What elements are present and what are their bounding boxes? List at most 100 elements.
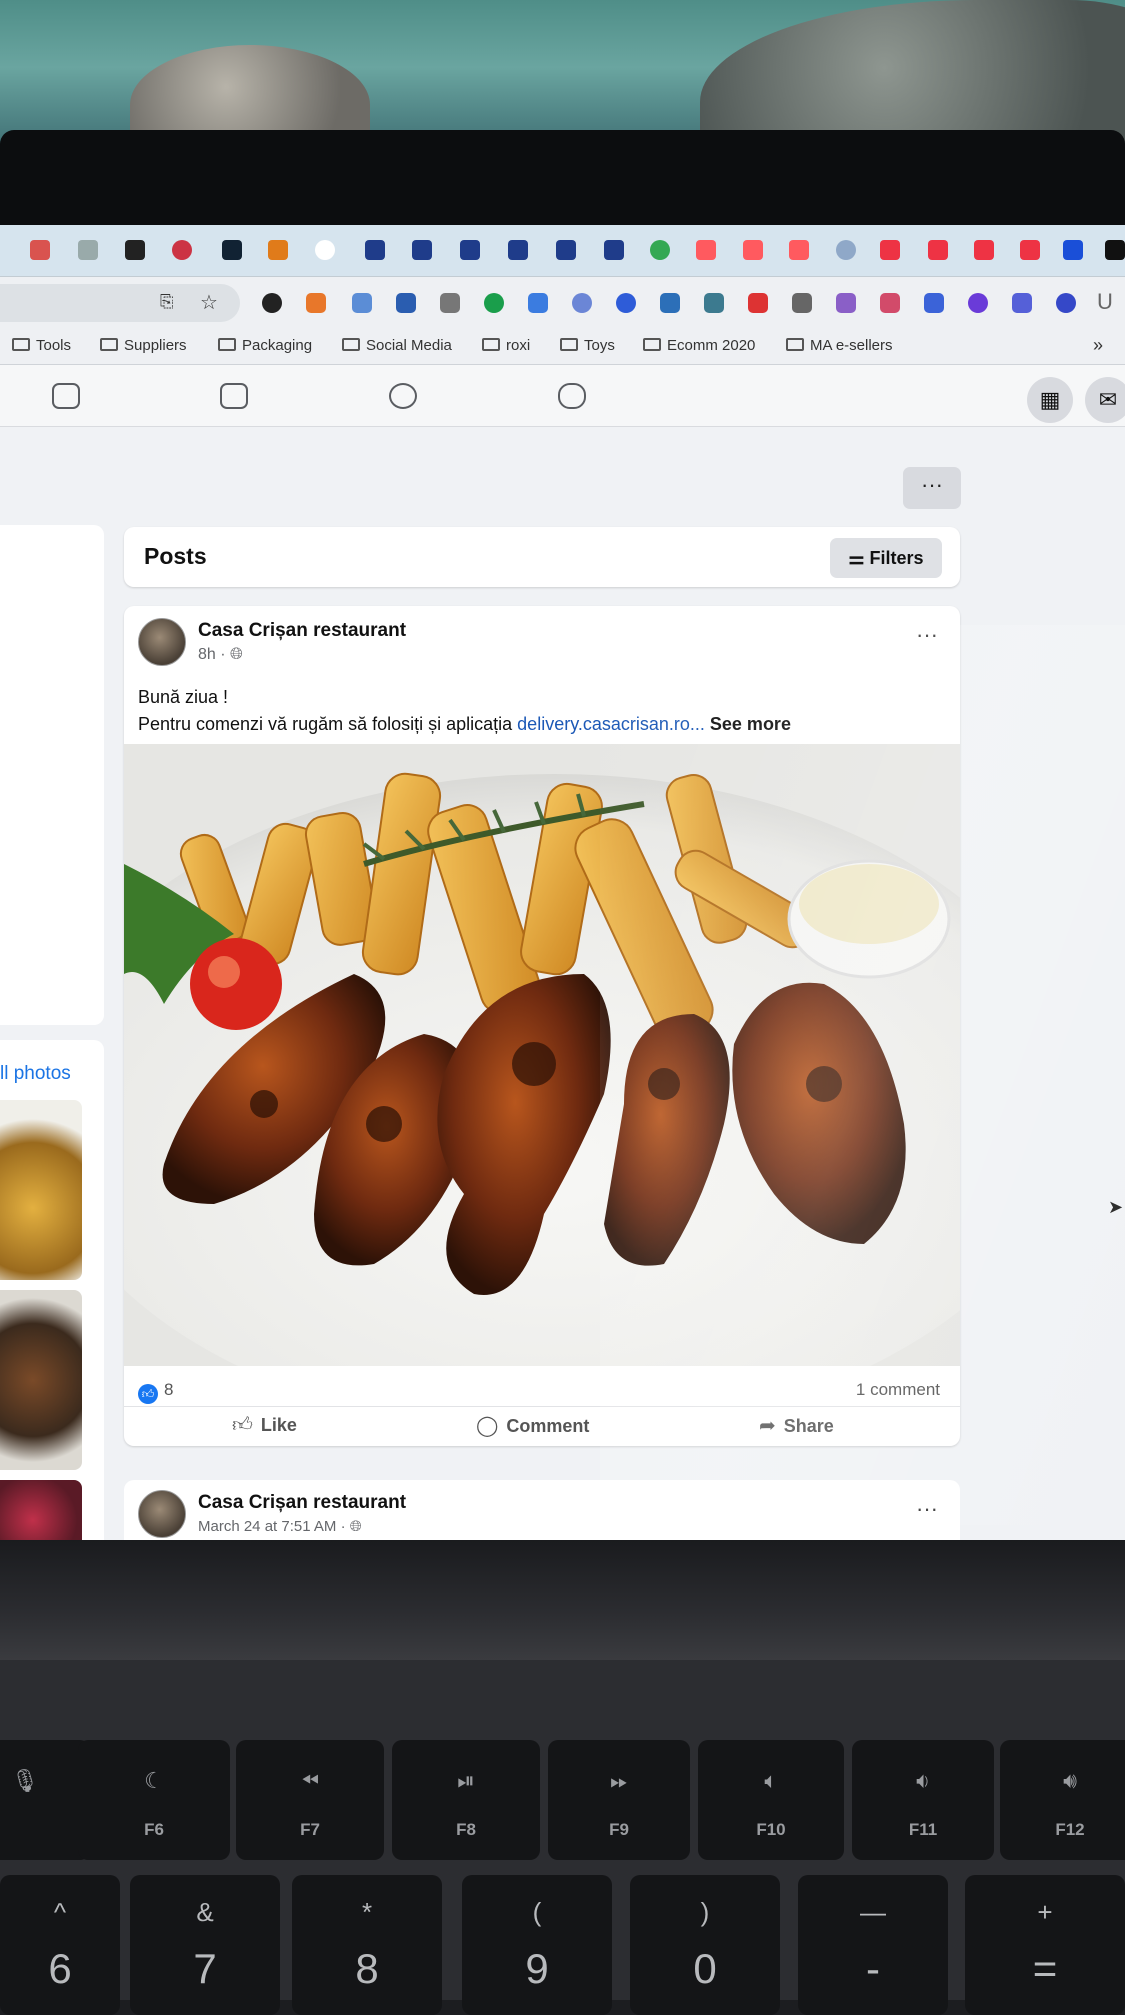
booking-icon[interactable] — [604, 240, 624, 260]
extension-icon[interactable] — [440, 293, 460, 313]
thumbs-up-icon: 👍︎ — [232, 1414, 253, 1436]
address-bar[interactable]: ⎘ ☆ — [0, 284, 240, 322]
messenger-icon[interactable]: ✉ — [1085, 377, 1125, 423]
extension-icon[interactable] — [1012, 293, 1032, 313]
post-timestamp[interactable]: March 24 at 7:51 AM · 🌐︎ — [198, 1518, 362, 1535]
booking-icon[interactable] — [508, 240, 528, 260]
share-button[interactable]: ➦ Share — [759, 1413, 834, 1438]
posts-header: Posts ⚌ Filters — [124, 527, 960, 587]
bookmark-folder[interactable]: Ecomm 2020 — [643, 337, 755, 354]
bookmark-folder[interactable]: Packaging — [218, 337, 312, 354]
extension-icon[interactable] — [748, 293, 768, 313]
favicon[interactable] — [125, 240, 145, 260]
camera-icon[interactable] — [792, 293, 812, 313]
see-more-link[interactable]: See more — [705, 714, 791, 734]
post-options-icon[interactable]: ··· — [916, 1496, 938, 1522]
comment-count[interactable]: 1 comment — [856, 1380, 940, 1400]
moon-icon: ☾ — [144, 1768, 164, 1793]
extension-icon[interactable] — [1056, 293, 1076, 313]
marketplace-icon[interactable] — [220, 383, 248, 409]
video-icon[interactable] — [52, 383, 80, 409]
avatar[interactable] — [138, 1490, 186, 1538]
function-key: ⏪︎ F7 — [236, 1740, 384, 1860]
food-photo[interactable] — [124, 744, 960, 1366]
play-pause-icon: ⏯︎ — [457, 1768, 475, 1793]
extension-icon[interactable] — [262, 293, 282, 313]
install-icon[interactable]: ⎘ — [160, 292, 174, 312]
favicon[interactable] — [222, 240, 242, 260]
favicon[interactable] — [836, 240, 856, 260]
post-timestamp[interactable]: 8h · 🌐︎ — [198, 646, 243, 664]
more-options-button[interactable]: ··· — [903, 467, 961, 509]
extension-icon[interactable] — [572, 293, 592, 313]
favicon[interactable] — [30, 240, 50, 260]
favicon[interactable] — [78, 240, 98, 260]
post-actions: 👍︎ Like ◯ Comment ➦ Share — [124, 1406, 960, 1446]
vpn-icon[interactable] — [968, 293, 988, 313]
function-key: 🔈︎ F10 — [698, 1740, 844, 1860]
post-author[interactable]: Casa Crișan restaurant — [198, 620, 406, 642]
delivery-link[interactable]: delivery.casacrisan.ro... — [517, 714, 705, 734]
airbnb-icon[interactable] — [789, 240, 809, 260]
function-key: 🔊︎ F12 — [1000, 1740, 1125, 1860]
notion-icon[interactable] — [1105, 240, 1125, 260]
airbnb-icon[interactable] — [696, 240, 716, 260]
filters-button[interactable]: ⚌ Filters — [830, 538, 942, 578]
booking-icon[interactable] — [365, 240, 385, 260]
extension-icon[interactable] — [306, 293, 326, 313]
extension-icon[interactable] — [836, 293, 856, 313]
extension-icon[interactable] — [704, 293, 724, 313]
number-key: ) 0 — [630, 1875, 780, 2015]
gaming-icon[interactable] — [558, 383, 586, 409]
see-all-photos-link[interactable]: ll photos — [0, 1063, 71, 1085]
extension-icon[interactable] — [396, 293, 416, 313]
profile-icon[interactable]: U — [1097, 289, 1113, 315]
bookmark-folder[interactable]: MA e-sellers — [786, 337, 893, 354]
extension-icon[interactable] — [660, 293, 680, 313]
extension-icon[interactable] — [616, 293, 636, 313]
number-key: * 8 — [292, 1875, 442, 2015]
avatar[interactable] — [138, 618, 186, 666]
number-key-6: ^ 6 — [0, 1875, 120, 2015]
favicon[interactable] — [268, 240, 288, 260]
post-author[interactable]: Casa Crișan restaurant — [198, 1492, 406, 1514]
bookmark-folder[interactable]: Social Media — [342, 337, 452, 354]
grammarly-icon[interactable] — [484, 293, 504, 313]
photo-thumbnail[interactable] — [0, 1480, 82, 1540]
more-bookmarks-chevron[interactable]: » — [1093, 335, 1103, 356]
bookmark-folder[interactable]: Tools — [12, 337, 71, 354]
bookmark-folder[interactable]: roxi — [482, 337, 530, 354]
airbnb-icon[interactable] — [743, 240, 763, 260]
bookmark-folder[interactable]: Suppliers — [100, 337, 187, 354]
photo-thumbnail[interactable] — [0, 1290, 82, 1470]
booking-icon[interactable] — [556, 240, 576, 260]
favicon[interactable] — [974, 240, 994, 260]
menu-grid-icon[interactable]: ▦ — [1027, 377, 1073, 423]
comment-button[interactable]: ◯ Comment — [476, 1413, 589, 1438]
mute-icon: 🔈︎ — [764, 1768, 778, 1793]
folder-icon — [218, 338, 236, 351]
extension-icon[interactable] — [924, 293, 944, 313]
folder-icon — [560, 338, 578, 351]
booking-icon[interactable] — [412, 240, 432, 260]
reaction-summary[interactable]: 👍︎ 8 — [138, 1380, 173, 1404]
extension-icon[interactable] — [880, 293, 900, 313]
mouse-cursor-icon: ➤ — [1108, 1197, 1124, 1217]
favicon[interactable] — [1063, 240, 1083, 260]
translate-icon[interactable] — [528, 293, 548, 313]
star-icon[interactable]: ☆ — [200, 290, 218, 315]
groups-icon[interactable] — [389, 383, 417, 409]
extension-icon[interactable] — [352, 293, 372, 313]
google-icon[interactable] — [315, 240, 335, 260]
bookmark-folder[interactable]: Toys — [560, 337, 615, 354]
photo-thumbnail[interactable] — [0, 1100, 82, 1280]
favicon[interactable] — [928, 240, 948, 260]
like-reaction-icon: 👍︎ — [138, 1384, 158, 1404]
maps-icon[interactable] — [650, 240, 670, 260]
favicon[interactable] — [1020, 240, 1040, 260]
booking-icon[interactable] — [460, 240, 480, 260]
post-options-icon[interactable]: ··· — [916, 622, 938, 648]
like-button[interactable]: 👍︎ Like — [232, 1413, 297, 1437]
favicon[interactable] — [172, 240, 192, 260]
favicon[interactable] — [880, 240, 900, 260]
